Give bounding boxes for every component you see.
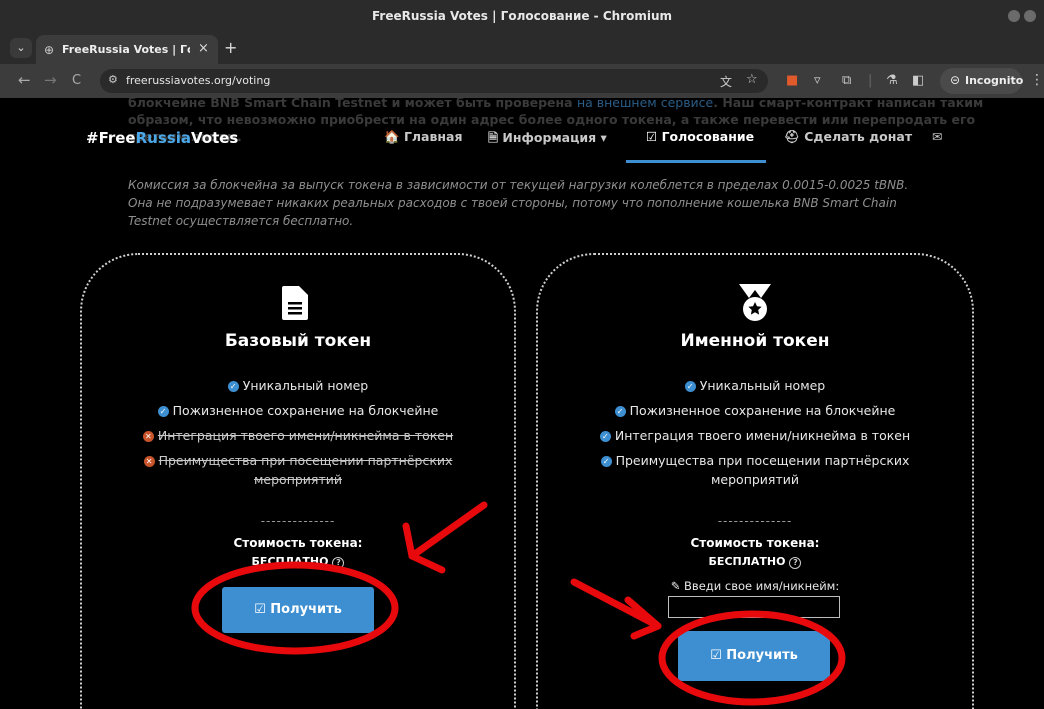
annotation-circle [191, 561, 399, 655]
annotation-overlay [191, 501, 846, 706]
annotation-arrow [408, 501, 488, 560]
annotation-circle [658, 610, 846, 706]
